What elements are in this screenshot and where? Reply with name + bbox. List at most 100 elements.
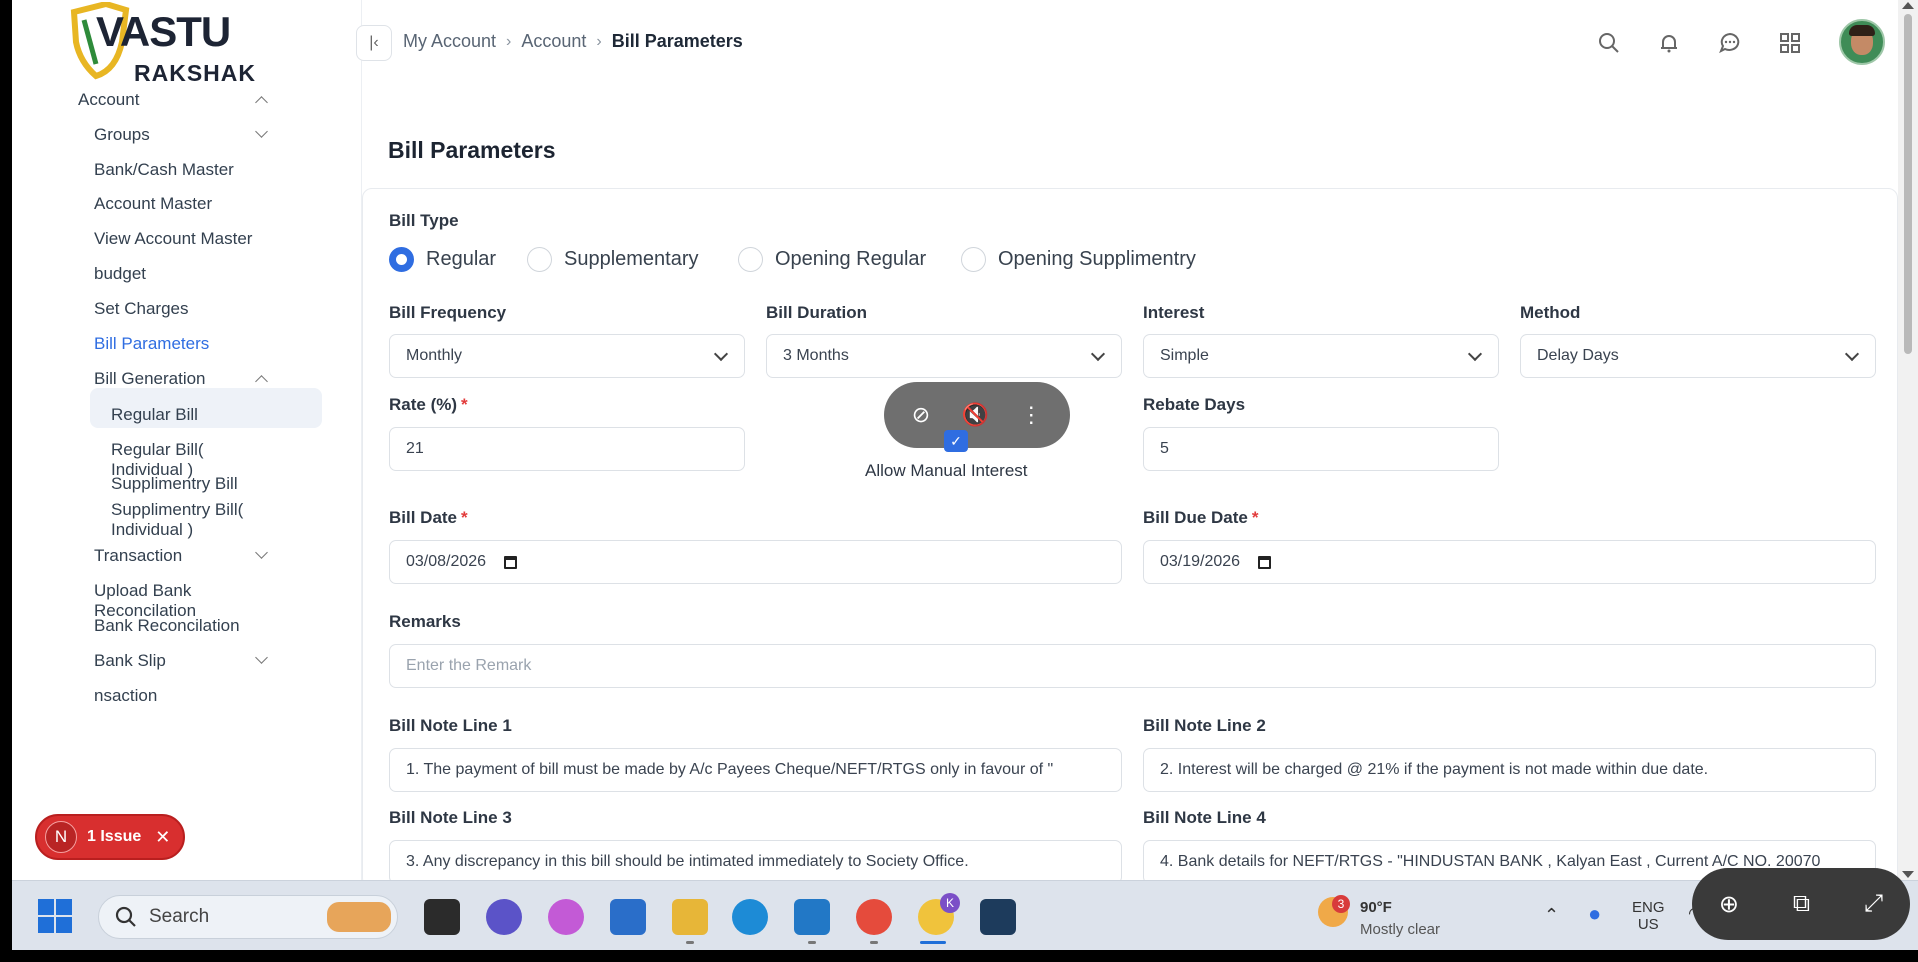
- scroll-down-icon[interactable]: [1902, 871, 1914, 878]
- sidebar-item-nsaction[interactable]: nsaction: [94, 686, 266, 706]
- file-explorer-icon[interactable]: [672, 899, 708, 935]
- note1-input[interactable]: 1. The payment of bill must be made by A…: [389, 748, 1122, 792]
- radio-opening-supplimentry[interactable]: Opening Supplimentry: [961, 247, 1196, 272]
- rebate-days-input[interactable]: 5: [1143, 427, 1499, 471]
- sidebar-item-upload-bank-reconcilation[interactable]: Upload Bank Reconcilation: [94, 581, 266, 621]
- rebate-days-value: 5: [1160, 440, 1169, 457]
- windows-start-icon[interactable]: [38, 899, 72, 933]
- meet-app-icon[interactable]: [486, 899, 522, 935]
- sidebar-item-label: Transaction: [94, 546, 183, 565]
- method-select[interactable]: Delay Days: [1520, 334, 1876, 378]
- radio-selected-icon: [389, 247, 414, 272]
- chevron-up-icon[interactable]: [255, 375, 268, 388]
- close-icon[interactable]: ✕: [155, 827, 170, 848]
- microphone-icon[interactable]: ●: [1588, 901, 1601, 927]
- rate-label-text: Rate (%): [389, 395, 458, 414]
- top-header: |‹ My Account › Account › Bill Parameter…: [356, 0, 1898, 84]
- workbench-icon[interactable]: [980, 899, 1016, 935]
- open-external-icon[interactable]: ⧉: [1793, 890, 1810, 918]
- allow-manual-interest-checkbox[interactable]: ✓: [944, 430, 968, 452]
- sidebar-item-label: Bank Slip: [94, 651, 166, 670]
- radio-empty-icon: [961, 247, 986, 272]
- radio-regular[interactable]: Regular: [389, 247, 496, 272]
- sidebar-item-label: Supplimentry Bill( Individual ): [111, 500, 244, 539]
- remarks-label: Remarks: [389, 612, 461, 631]
- search-icon[interactable]: [1594, 28, 1624, 58]
- sidebar-item-view-account-master[interactable]: View Account Master: [94, 229, 266, 249]
- chevron-down-icon[interactable]: [255, 125, 268, 138]
- chevron-down-icon: [1844, 346, 1860, 362]
- note2-value: 2. Interest will be charged @ 21% if the…: [1160, 761, 1709, 778]
- sidebar-item-bank-slip[interactable]: Bank Slip: [94, 651, 268, 671]
- radio-opening-regular[interactable]: Opening Regular: [738, 247, 926, 272]
- calendar-icon[interactable]: [1258, 555, 1272, 569]
- chevron-down-icon: [1467, 346, 1483, 362]
- language-indicator[interactable]: ENG US: [1632, 899, 1665, 933]
- user-avatar[interactable]: [1839, 19, 1885, 65]
- bill-due-date-input[interactable]: 03/19/2026: [1143, 540, 1876, 584]
- bill-duration-select[interactable]: 3 Months: [766, 334, 1122, 378]
- chevron-down-icon: [713, 346, 729, 362]
- sidebar-item-bill-parameters[interactable]: Bill Parameters: [94, 334, 266, 354]
- sidebar-item-set-charges[interactable]: Set Charges: [94, 299, 266, 319]
- sidebar-item-label: Bank Reconcilation: [94, 616, 240, 635]
- chevron-down-icon[interactable]: [255, 651, 268, 664]
- remarks-placeholder: Enter the Remark: [406, 657, 532, 674]
- chrome-icon[interactable]: [856, 899, 892, 935]
- bill-date-label-text: Bill Date: [389, 508, 458, 527]
- sidebar-item-bill-generation[interactable]: Bill Generation: [94, 369, 268, 389]
- sidebar-item-supplimentry-bill[interactable]: Supplimentry Bill: [111, 474, 266, 494]
- mute-icon[interactable]: 🔇: [962, 402, 989, 428]
- expand-icon[interactable]: ⤢: [1864, 890, 1883, 918]
- rate-input[interactable]: 21: [389, 427, 745, 471]
- page-title: Bill Parameters: [388, 137, 556, 163]
- chat-icon[interactable]: [1715, 28, 1745, 58]
- vastu-rakshak-logo[interactable]: VASTU RAKSHAK: [66, 2, 266, 86]
- sidebar-item-regular-bill[interactable]: Regular Bill: [111, 405, 266, 425]
- interest-select[interactable]: Simple: [1143, 334, 1499, 378]
- sidebar-item-transaction[interactable]: Transaction: [94, 546, 268, 566]
- bill-duration-value: 3 Months: [783, 347, 849, 364]
- scroll-up-icon[interactable]: [1902, 2, 1914, 9]
- bell-icon[interactable]: [1654, 28, 1684, 58]
- bill-frequency-select[interactable]: Monthly: [389, 334, 745, 378]
- calendar-icon[interactable]: [504, 555, 518, 569]
- taskbar-search-label: Search: [149, 906, 210, 927]
- sidebar-item-account[interactable]: Account: [78, 90, 268, 110]
- task-view-icon[interactable]: [424, 899, 460, 935]
- note3-input[interactable]: 3. Any discrepancy in this bill should b…: [389, 840, 1122, 884]
- sidebar-item-budget[interactable]: budget: [94, 264, 266, 284]
- tray-expand-icon[interactable]: ⌃: [1544, 905, 1559, 926]
- vertical-scrollbar[interactable]: [1898, 0, 1918, 880]
- unpin-icon[interactable]: ⊘: [912, 402, 930, 428]
- radio-supplementary-label: Supplementary: [564, 248, 699, 270]
- chevron-down-icon[interactable]: [255, 546, 268, 559]
- more-options-icon[interactable]: ⋮: [1020, 402, 1042, 428]
- vscode-icon[interactable]: [794, 899, 830, 935]
- scrollbar-thumb[interactable]: [1904, 14, 1912, 354]
- logo-text-primary: VASTU: [96, 8, 231, 55]
- sidebar-item-supplimentry-bill-individual[interactable]: Supplimentry Bill( Individual ): [111, 500, 251, 540]
- copilot-icon[interactable]: [548, 899, 584, 935]
- sidebar-item-account-master[interactable]: Account Master: [94, 194, 266, 214]
- sidebar-item-bank-reconcilation[interactable]: Bank Reconcilation: [94, 616, 266, 636]
- collapse-sidebar-button[interactable]: |‹: [356, 25, 392, 61]
- rebate-days-label: Rebate Days: [1143, 395, 1246, 414]
- breadcrumb-my-account[interactable]: My Account: [403, 31, 496, 52]
- issue-badge[interactable]: N 1 Issue ✕: [35, 814, 185, 860]
- apps-grid-icon[interactable]: [1775, 28, 1805, 58]
- bill-date-input[interactable]: 03/08/2026: [389, 540, 1122, 584]
- sidebar-item-groups[interactable]: Groups: [94, 125, 268, 145]
- radio-empty-icon: [738, 247, 763, 272]
- store-icon[interactable]: [610, 899, 646, 935]
- edge-icon[interactable]: [732, 899, 768, 935]
- sidebar-item-bank-cash-master[interactable]: Bank/Cash Master: [94, 160, 266, 180]
- radio-supplementary[interactable]: Supplementary: [527, 247, 699, 272]
- note2-input[interactable]: 2. Interest will be charged @ 21% if the…: [1143, 748, 1876, 792]
- chevron-up-icon[interactable]: [255, 96, 268, 109]
- method-value: Delay Days: [1537, 347, 1619, 364]
- remarks-input[interactable]: Enter the Remark: [389, 644, 1876, 688]
- breadcrumb-account[interactable]: Account: [521, 31, 586, 52]
- taskbar-search[interactable]: Search: [98, 895, 398, 939]
- zoom-in-icon[interactable]: ⊕: [1719, 890, 1739, 919]
